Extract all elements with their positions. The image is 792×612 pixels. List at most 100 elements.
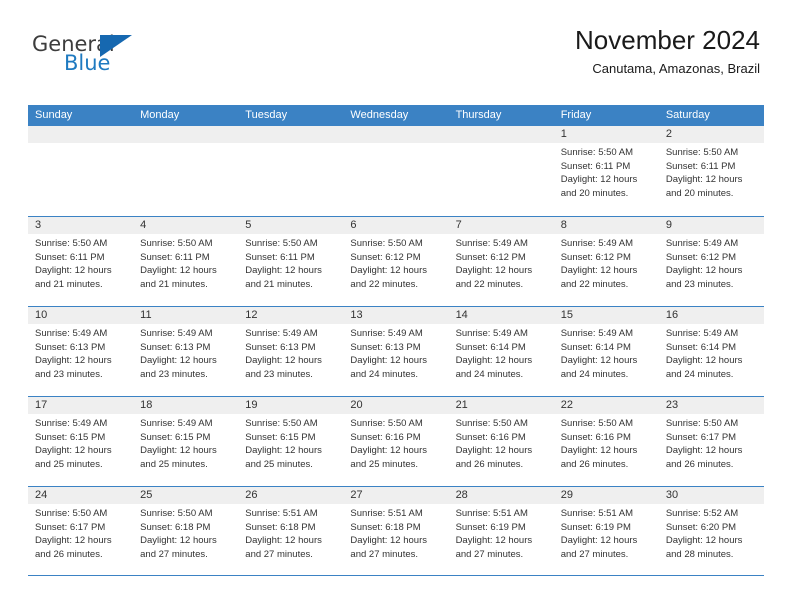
day-cell[interactable]: 11 Sunrise: 5:49 AM Sunset: 6:13 PM Dayligh… (133, 307, 239, 396)
day-detail-line: and 21 minutes. (245, 278, 313, 290)
day-detail-line: Sunset: 6:16 PM (350, 431, 421, 443)
day-details: Sunrise: 5:51 AM Sunset: 6:19 PM Daylight:… (554, 504, 659, 561)
day-details: Sunrise: 5:52 AM Sunset: 6:20 PM Daylight:… (659, 504, 764, 561)
day-number: 21 (448, 397, 554, 414)
day-detail-line: Sunset: 6:15 PM (245, 431, 316, 443)
day-details: Sunrise: 5:50 AM Sunset: 6:11 PM Daylight:… (659, 143, 764, 200)
day-cell[interactable]: 20 Sunrise: 5:50 AM Sunset: 6:16 PM Dayligh… (343, 397, 449, 486)
day-details: Sunrise: 5:49 AM Sunset: 6:13 PM Daylight:… (238, 324, 343, 381)
day-cell[interactable]: 24 Sunrise: 5:50 AM Sunset: 6:17 PM Dayligh… (28, 487, 134, 575)
day-detail-line: Daylight: 12 hours (245, 535, 322, 546)
day-number: 23 (658, 397, 764, 414)
day-detail-line: and 27 minutes. (350, 548, 419, 560)
day-cell[interactable]: 17 Sunrise: 5:49 AM Sunset: 6:15 PM Dayligh… (28, 397, 134, 486)
day-cell[interactable]: 30 Sunrise: 5:52 AM Sunset: 6:20 PM Dayligh… (658, 487, 764, 575)
day-detail-line: Sunrise: 5:50 AM (35, 508, 108, 519)
day-cell[interactable]: 27 Sunrise: 5:51 AM Sunset: 6:18 PM Dayligh… (343, 487, 449, 575)
day-detail-line: Sunrise: 5:50 AM (245, 238, 318, 249)
calendar-weeks: 1 Sunrise: 5:50 AM Sunset: 6:11 PM Daylight… (28, 126, 764, 576)
page-subtitle: Canutama, Amazonas, Brazil (592, 61, 760, 76)
day-cell[interactable]: 19 Sunrise: 5:50 AM Sunset: 6:15 PM Dayligh… (238, 397, 344, 486)
day-cell[interactable]: 12 Sunrise: 5:49 AM Sunset: 6:13 PM Dayligh… (238, 307, 344, 396)
day-cell[interactable]: 13 Sunrise: 5:49 AM Sunset: 6:13 PM Dayligh… (343, 307, 449, 396)
day-detail-line: Daylight: 12 hours (665, 265, 743, 276)
day-detail-line: Sunrise: 5:49 AM (455, 238, 528, 249)
day-detail-line: and 28 minutes. (665, 548, 734, 560)
day-number: 20 (343, 397, 449, 414)
day-detail-line: and 20 minutes. (665, 187, 734, 199)
day-cell[interactable]: 21 Sunrise: 5:50 AM Sunset: 6:16 PM Dayligh… (448, 397, 554, 486)
day-detail-line: Sunset: 6:12 PM (665, 251, 737, 263)
day-detail-line: Sunrise: 5:49 AM (140, 328, 213, 339)
day-cell[interactable]: 7 Sunrise: 5:49 AM Sunset: 6:12 PM Daylight… (448, 217, 554, 306)
day-detail-line: Daylight: 12 hours (560, 445, 638, 456)
day-detail-line: Daylight: 12 hours (560, 265, 638, 276)
day-cell[interactable]: 2 Sunrise: 5:50 AM Sunset: 6:11 PM Daylight… (658, 126, 764, 216)
day-details: Sunrise: 5:49 AM Sunset: 6:13 PM Daylight:… (28, 324, 133, 381)
day-detail-line: Daylight: 12 hours (455, 355, 533, 366)
day-number: 14 (448, 307, 554, 324)
day-detail-line: Daylight: 12 hours (35, 535, 112, 546)
day-detail-line: Sunset: 6:12 PM (350, 251, 421, 263)
weekday-sunday: Sunday (35, 109, 73, 121)
day-detail-line: Sunset: 6:19 PM (560, 521, 631, 533)
day-detail-line: and 22 minutes. (455, 278, 524, 290)
day-cell-empty (448, 126, 554, 216)
day-cell[interactable]: 22 Sunrise: 5:50 AM Sunset: 6:16 PM Dayligh… (553, 397, 659, 486)
day-detail-line: Daylight: 12 hours (245, 265, 322, 276)
day-detail-line: and 27 minutes. (140, 548, 208, 560)
day-cell[interactable]: 5 Sunrise: 5:50 AM Sunset: 6:11 PM Daylight… (238, 217, 344, 306)
day-cell[interactable]: 8 Sunrise: 5:49 AM Sunset: 6:12 PM Daylight… (553, 217, 659, 306)
day-cell[interactable]: 15 Sunrise: 5:49 AM Sunset: 6:14 PM Dayligh… (553, 307, 659, 396)
weekday-friday: Friday (560, 109, 592, 121)
day-cell[interactable]: 28 Sunrise: 5:51 AM Sunset: 6:19 PM Dayligh… (448, 487, 554, 575)
day-number: 28 (448, 487, 554, 504)
day-number: 1 (553, 126, 659, 143)
brand-logo[interactable]: General Blue (32, 32, 172, 82)
day-details: Sunrise: 5:49 AM Sunset: 6:12 PM Daylight:… (449, 234, 554, 291)
day-details: Sunrise: 5:51 AM Sunset: 6:19 PM Daylight:… (449, 504, 554, 561)
day-detail-line: Sunset: 6:17 PM (35, 521, 106, 533)
day-cell[interactable]: 25 Sunrise: 5:50 AM Sunset: 6:18 PM Dayligh… (133, 487, 239, 575)
day-detail-line: and 25 minutes. (35, 458, 103, 470)
day-detail-line: Sunrise: 5:51 AM (455, 508, 528, 519)
day-cell[interactable]: 9 Sunrise: 5:49 AM Sunset: 6:12 PM Daylight… (658, 217, 764, 306)
day-detail-line: Sunrise: 5:49 AM (560, 328, 634, 339)
day-number (343, 126, 449, 143)
day-detail-line: and 24 minutes. (665, 368, 734, 380)
day-number: 4 (133, 217, 239, 234)
day-detail-line: Daylight: 12 hours (455, 535, 533, 546)
day-detail-line: and 24 minutes. (455, 368, 524, 380)
day-number: 16 (658, 307, 764, 324)
day-cell[interactable]: 10 Sunrise: 5:49 AM Sunset: 6:13 PM Dayligh… (28, 307, 134, 396)
day-cell[interactable]: 18 Sunrise: 5:49 AM Sunset: 6:15 PM Dayligh… (133, 397, 239, 486)
day-details: Sunrise: 5:50 AM Sunset: 6:12 PM Daylight:… (343, 234, 448, 291)
day-number: 18 (133, 397, 239, 414)
day-cell[interactable]: 23 Sunrise: 5:50 AM Sunset: 6:17 PM Dayligh… (658, 397, 764, 486)
day-cell[interactable]: 16 Sunrise: 5:49 AM Sunset: 6:14 PM Dayligh… (658, 307, 764, 396)
day-detail-line: Sunrise: 5:50 AM (560, 147, 634, 158)
day-number: 25 (133, 487, 239, 504)
day-detail-line: Sunset: 6:11 PM (245, 251, 315, 263)
day-detail-line: Sunset: 6:18 PM (245, 521, 316, 533)
day-detail-line: Sunrise: 5:50 AM (245, 418, 318, 429)
day-details: Sunrise: 5:49 AM Sunset: 6:14 PM Daylight:… (554, 324, 659, 381)
day-detail-line: Daylight: 12 hours (455, 445, 533, 456)
day-detail-line: Daylight: 12 hours (140, 535, 217, 546)
day-cell[interactable]: 3 Sunrise: 5:50 AM Sunset: 6:11 PM Daylight… (28, 217, 134, 306)
day-number: 3 (28, 217, 134, 234)
day-cell[interactable]: 1 Sunrise: 5:50 AM Sunset: 6:11 PM Daylight… (553, 126, 659, 216)
day-cell[interactable]: 14 Sunrise: 5:49 AM Sunset: 6:14 PM Dayligh… (448, 307, 554, 396)
day-detail-line: Sunrise: 5:49 AM (140, 418, 213, 429)
day-number: 12 (238, 307, 344, 324)
day-cell[interactable]: 26 Sunrise: 5:51 AM Sunset: 6:18 PM Dayligh… (238, 487, 344, 575)
day-detail-line: and 21 minutes. (35, 278, 103, 290)
day-cell[interactable]: 6 Sunrise: 5:50 AM Sunset: 6:12 PM Daylight… (343, 217, 449, 306)
day-number: 11 (133, 307, 239, 324)
day-details: Sunrise: 5:50 AM Sunset: 6:15 PM Daylight:… (238, 414, 343, 471)
day-detail-line: Daylight: 12 hours (665, 174, 743, 185)
day-detail-line: Sunrise: 5:51 AM (350, 508, 423, 519)
day-cell[interactable]: 29 Sunrise: 5:51 AM Sunset: 6:19 PM Dayligh… (553, 487, 659, 575)
calendar-week-row: 17 Sunrise: 5:49 AM Sunset: 6:15 PM Dayligh… (28, 396, 764, 486)
day-cell[interactable]: 4 Sunrise: 5:50 AM Sunset: 6:11 PM Daylight… (133, 217, 239, 306)
